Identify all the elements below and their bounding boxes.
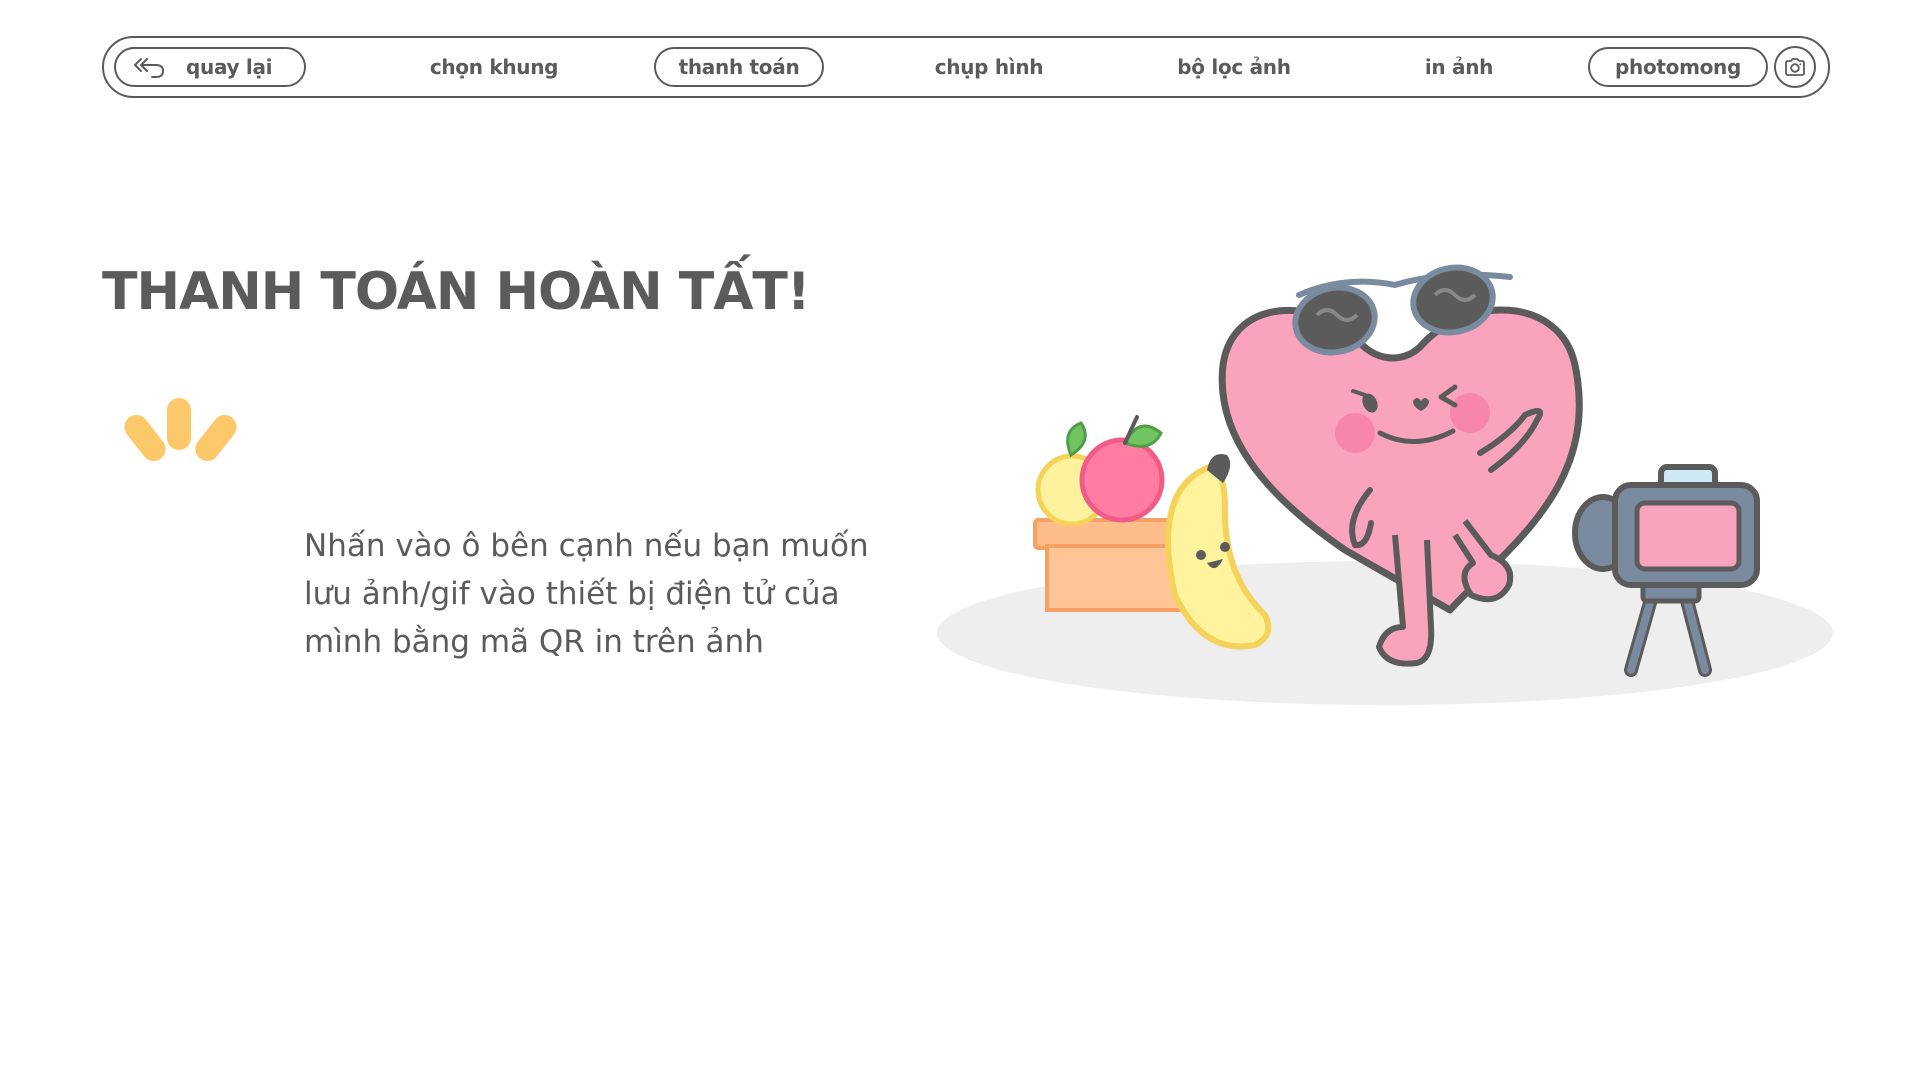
nav-item-label: in ảnh [1424, 55, 1494, 79]
nav-item-label: chụp hình [934, 55, 1044, 79]
brand-button[interactable]: photomong [1588, 47, 1768, 87]
nav-item-label: chọn khung [429, 55, 559, 79]
nav-item-take-photo[interactable]: chụp hình [914, 47, 1064, 87]
top-navigation: quay lại chọn khung thanh toán chụp hình… [102, 36, 1830, 98]
nav-item-print-photo[interactable]: in ảnh [1384, 47, 1534, 87]
back-button[interactable]: quay lại [114, 47, 306, 87]
page-title: THANH TOÁN HOÀN TẤT! [102, 262, 811, 322]
nav-item-choose-frame[interactable]: chọn khung [404, 47, 584, 87]
sparkle-accent-icon [124, 398, 237, 462]
undo-arrow-icon [132, 55, 166, 79]
back-label: quay lại [186, 55, 273, 79]
camera-icon [1785, 58, 1805, 76]
mascot-illustration [937, 264, 1833, 705]
nav-item-payment[interactable]: thanh toán [654, 47, 824, 87]
instruction-text: Nhấn vào ô bên cạnh nếu bạn muốn lưu ảnh… [304, 528, 869, 660]
brand-label: photomong [1614, 55, 1742, 79]
nav-item-label: thanh toán [678, 55, 800, 79]
nav-item-photo-filter[interactable]: bộ lọc ảnh [1154, 47, 1314, 87]
camera-button[interactable] [1774, 46, 1816, 88]
payment-complete-page: quay lại chọn khung thanh toán chụp hình… [0, 0, 1920, 1080]
nav-item-label: bộ lọc ảnh [1177, 55, 1291, 79]
